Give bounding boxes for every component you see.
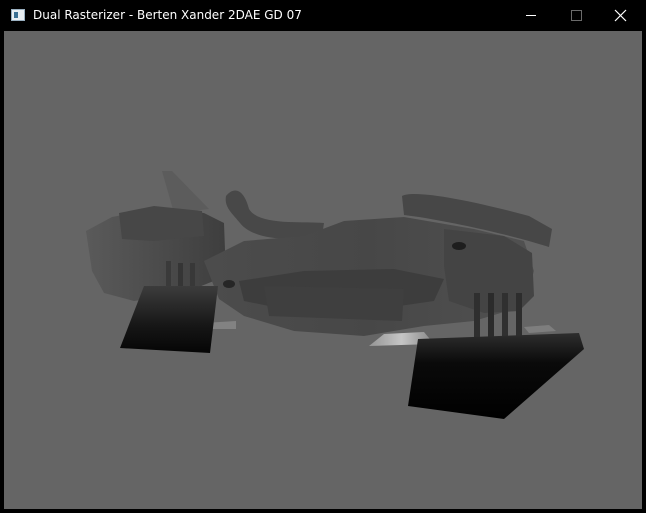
maximize-button[interactable]: [554, 0, 600, 31]
maximize-icon: [571, 10, 582, 21]
title-bar[interactable]: Dual Rasterizer - Berten Xander 2DAE GD …: [0, 0, 646, 31]
depth-render-vehicle: [86, 171, 584, 419]
render-viewport[interactable]: [4, 31, 642, 509]
window-title: Dual Rasterizer - Berten Xander 2DAE GD …: [33, 8, 302, 22]
minimize-button[interactable]: [508, 0, 554, 31]
close-icon: [614, 9, 627, 22]
app-window: Dual Rasterizer - Berten Xander 2DAE GD …: [0, 0, 646, 513]
close-button[interactable]: [600, 0, 646, 31]
minimize-icon: [526, 15, 536, 16]
app-window-icon: [11, 9, 25, 21]
